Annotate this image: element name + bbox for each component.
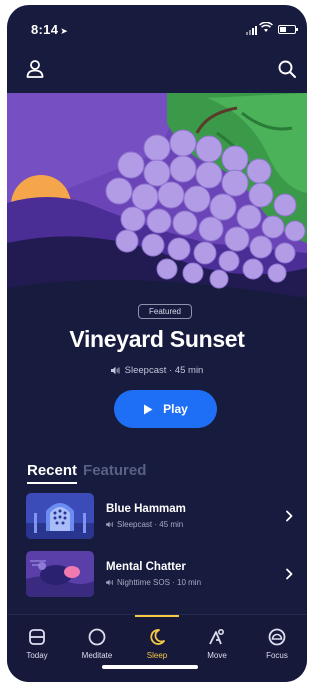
speaker-icon [106,521,113,528]
nav-label: Today [26,651,48,660]
nav-sleep[interactable]: Sleep [127,615,187,669]
list-item-meta-text: Nighttime SOS · 10 min [117,578,202,587]
speaker-icon [106,579,113,586]
today-icon [29,629,45,645]
moon-icon [150,629,165,645]
play-button[interactable]: Play [114,390,217,428]
nav-meditate[interactable]: Meditate [67,615,127,669]
nav-focus[interactable]: Focus [247,615,307,669]
focus-icon [268,628,286,646]
home-indicator[interactable] [102,665,198,669]
chevron-right-icon[interactable] [282,567,296,581]
list-item-text: Mental Chatter Nighttime SOS · 10 min [106,561,282,587]
battery-icon [278,25,298,34]
cellular-signal-icon [246,26,257,35]
status-time-text: 8:14 [31,22,59,37]
nav-today[interactable]: Today [7,615,67,669]
list-item-meta-text: Sleepcast · 45 min [117,520,184,529]
status-bar: 8:14 ➤ [7,5,307,45]
list-item-text: Blue Hammam Sleepcast · 45 min [106,503,282,529]
hero-illustration[interactable] [7,93,307,323]
nav-label: Sleep [146,651,168,660]
meditate-icon [88,628,106,646]
featured-badge: Featured [138,304,192,319]
hero-meta-text: Sleepcast · 45 min [124,365,204,376]
bottom-nav: Today Meditate Sleep Move Focus [7,614,307,682]
list-item[interactable]: Blue Hammam Sleepcast · 45 min [26,493,296,539]
hero-title[interactable]: Vineyard Sunset [7,326,307,353]
list-item[interactable]: Mental Chatter Nighttime SOS · 10 min [26,551,296,597]
list-item-meta: Nighttime SOS · 10 min [106,578,282,587]
tab-recent[interactable]: Recent [27,462,78,484]
list-item-meta: Sleepcast · 45 min [106,520,282,529]
move-icon [209,628,225,645]
play-label: Play [163,402,188,416]
blue-hammam-thumbnail [26,493,94,539]
list-item-title: Blue Hammam [106,503,186,515]
app-screen: 8:14 ➤ Featured Vineyard Sunset Sleepcas… [7,5,307,682]
mental-chatter-thumbnail [26,551,94,597]
chevron-right-icon[interactable] [282,509,296,523]
wifi-icon [259,22,273,32]
content-tabs: Recent Featured [27,462,146,484]
status-time: 8:14 ➤ [31,22,68,37]
nav-label: Focus [266,651,288,660]
location-arrow-icon: ➤ [60,26,69,36]
nav-move[interactable]: Move [187,615,247,669]
hero-meta: Sleepcast · 45 min [7,365,307,376]
nav-label: Meditate [81,651,113,660]
list-item-title: Mental Chatter [106,561,186,573]
speaker-icon [110,366,120,375]
profile-icon[interactable] [24,58,46,80]
play-icon [144,404,153,414]
nav-label: Move [207,651,227,660]
search-icon[interactable] [276,58,298,80]
tab-featured[interactable]: Featured [83,462,146,484]
